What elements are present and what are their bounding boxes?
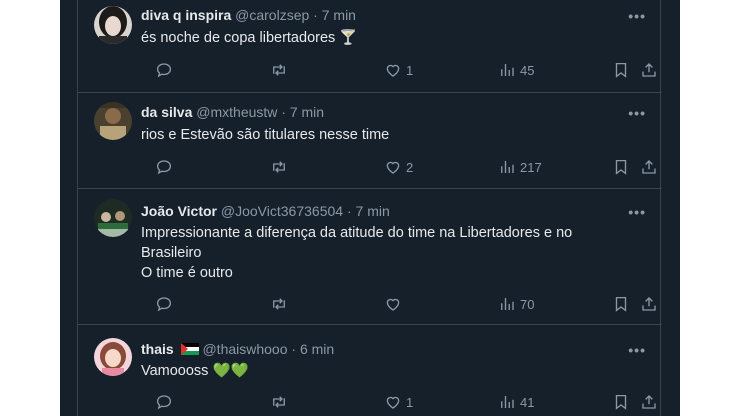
username[interactable]: @thaiswhooo [202, 341, 287, 357]
tweet-text-line: Impressionante a diferença da atitude do… [141, 225, 573, 241]
bookmark-icon [615, 296, 627, 312]
timestamp[interactable]: 7 min [356, 203, 390, 219]
share-button[interactable] [640, 392, 658, 412]
like-button[interactable]: 1 [384, 392, 413, 412]
reply-icon [156, 297, 172, 312]
tweet-text: rios e Estevão são titulares nesse time [141, 125, 641, 145]
display-name[interactable]: João Victor [141, 203, 217, 219]
share-icon [642, 160, 656, 174]
reply-icon [156, 395, 172, 410]
avatar[interactable] [94, 199, 132, 237]
bookmark-button[interactable] [612, 294, 630, 314]
retweet-button[interactable] [270, 294, 292, 314]
tweet[interactable]: João Victor @JooVict36736504 · 7 min •••… [78, 189, 662, 325]
tweet-text-line: Brasileiro [141, 245, 202, 261]
views-button[interactable]: 217 [498, 157, 542, 177]
views-icon [501, 396, 514, 408]
share-button[interactable] [640, 60, 658, 80]
retweet-icon [273, 396, 285, 408]
tweet[interactable]: diva q inspira @carolzsep · 7 min ••• és… [78, 0, 662, 93]
timeline-column: diva q inspira @carolzsep · 7 min ••• és… [77, 0, 662, 416]
bookmark-button[interactable] [612, 157, 630, 177]
tweet-text-line: Vamoooss 💚💚 [141, 363, 249, 379]
like-button[interactable]: 1 [384, 60, 413, 80]
separator: · [346, 203, 352, 219]
more-icon[interactable]: ••• [628, 204, 646, 220]
like-icon [386, 161, 400, 174]
reply-button[interactable] [155, 294, 177, 314]
tweet[interactable]: da silva @mxtheustw · 7 min ••• rios e E… [78, 93, 662, 189]
views-icon [501, 64, 514, 76]
share-icon [642, 63, 656, 77]
bookmark-button[interactable] [612, 60, 630, 80]
retweet-button[interactable] [270, 157, 292, 177]
bookmark-icon [615, 62, 627, 78]
share-icon [642, 395, 656, 409]
retweet-button[interactable] [270, 392, 292, 412]
tweet-header: thais @thaiswhooo · 6 min [141, 340, 334, 359]
tweet-header: João Victor @JooVict36736504 · 7 min [141, 202, 390, 220]
views-icon [501, 161, 514, 173]
share-button[interactable] [640, 294, 658, 314]
reply-icon [156, 63, 172, 78]
username[interactable]: @carolzsep [235, 7, 309, 23]
like-button[interactable] [384, 294, 406, 314]
reply-icon [156, 160, 172, 175]
tweet-text-line: O time é outro [141, 265, 233, 281]
tweet-header: diva q inspira @carolzsep · 7 min [141, 6, 356, 24]
palestine-flag-icon [180, 341, 199, 359]
separator: · [291, 341, 297, 357]
like-button[interactable]: 2 [384, 157, 413, 177]
retweet-icon [273, 64, 285, 76]
more-icon[interactable]: ••• [628, 105, 646, 121]
reply-button[interactable] [155, 392, 177, 412]
tweet-text-line: rios e Estevão são titulares nesse time [141, 127, 390, 143]
tweet-text: Vamoooss 💚💚 [141, 361, 641, 381]
tweet-text: és noche de copa libertadores 🍸 [141, 28, 641, 48]
retweet-button[interactable] [270, 60, 292, 80]
views-button[interactable]: 41 [498, 392, 534, 412]
tweet-actions: 1 41 [141, 392, 656, 412]
avatar[interactable] [94, 6, 132, 44]
timeline: diva q inspira @carolzsep · 7 min ••• és… [60, 0, 680, 416]
timestamp[interactable]: 6 min [300, 341, 334, 357]
like-icon [386, 64, 400, 77]
tweet[interactable]: thais @thaiswhooo · 6 min ••• Vamoooss 💚… [78, 325, 662, 416]
more-icon[interactable]: ••• [628, 342, 646, 358]
display-name[interactable]: thais [141, 341, 174, 357]
separator: · [281, 104, 286, 120]
reply-button[interactable] [155, 60, 177, 80]
avatar[interactable] [94, 338, 132, 376]
share-icon [642, 297, 656, 311]
like-icon [386, 396, 400, 409]
tweet-actions: 70 [141, 294, 656, 314]
separator: · [313, 7, 318, 23]
tweet-actions: 2 217 [141, 157, 656, 177]
display-name[interactable]: diva q inspira [141, 7, 231, 23]
tweet-text: Impressionante a diferença da atitude do… [141, 223, 641, 283]
reply-button[interactable] [155, 157, 177, 177]
tweet-header: da silva @mxtheustw · 7 min [141, 103, 324, 121]
like-icon [386, 298, 400, 311]
avatar[interactable] [94, 102, 132, 140]
retweet-icon [273, 298, 285, 310]
display-name[interactable]: da silva [141, 104, 192, 120]
share-button[interactable] [640, 157, 658, 177]
views-button[interactable]: 45 [498, 60, 534, 80]
views-button[interactable]: 70 [498, 294, 534, 314]
retweet-icon [273, 161, 285, 173]
tweet-actions: 1 45 [141, 60, 656, 80]
tweet-text-line: és noche de copa libertadores 🍸 [141, 30, 358, 46]
timestamp[interactable]: 7 min [290, 104, 324, 120]
bookmark-icon [615, 394, 627, 410]
username[interactable]: @JooVict36736504 [221, 203, 343, 219]
more-icon[interactable]: ••• [628, 8, 646, 24]
bookmark-button[interactable] [612, 392, 630, 412]
username[interactable]: @mxtheustw [196, 104, 277, 120]
bookmark-icon [615, 159, 627, 175]
timestamp[interactable]: 7 min [322, 7, 356, 23]
views-icon [501, 298, 514, 310]
